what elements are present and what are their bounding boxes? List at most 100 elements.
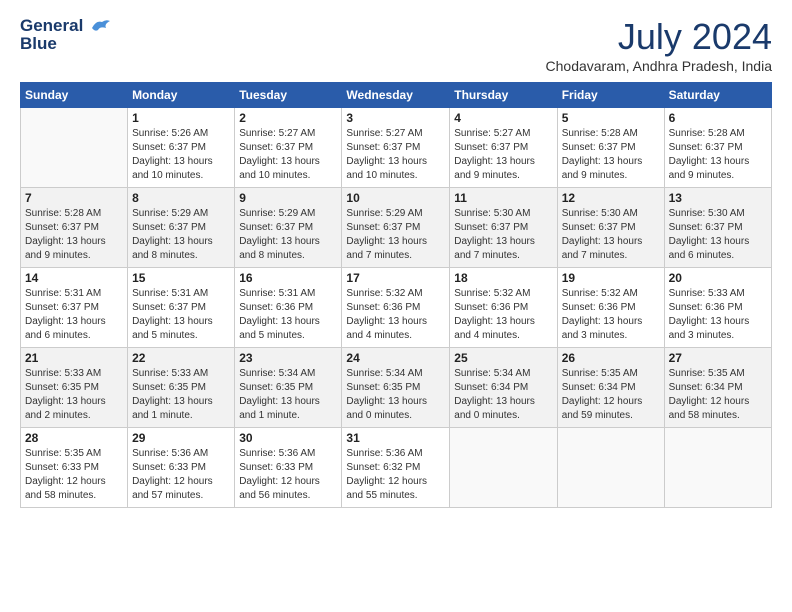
- calendar-week-row: 14Sunrise: 5:31 AM Sunset: 6:37 PM Dayli…: [21, 268, 772, 348]
- table-row: 17 Sunrise: 5:32 AM Sunset: 6:36 PM Dayli…: [342, 268, 450, 348]
- day-info: Sunrise: 5:35 AM Sunset: 6:34 PM Dayligh…: [669, 367, 767, 423]
- day-number: 6: [669, 111, 767, 125]
- location-subtitle: Chodavaram, Andhra Pradesh, India: [546, 58, 772, 74]
- table-row: 11 Sunrise: 5:30 AM Sunset: 6:37 PM Dayli…: [450, 188, 557, 268]
- day-number: 7: [25, 191, 123, 205]
- table-row: 3 Sunrise: 5:27 AM Sunset: 6:37 PM Daylig…: [342, 108, 450, 188]
- day-info: Sunrise: 5:28 AM Sunset: 6:37 PM Dayligh…: [562, 127, 660, 183]
- day-info: Sunrise: 5:28 AM Sunset: 6:37 PM Dayligh…: [25, 207, 123, 263]
- day-number: 25: [454, 351, 552, 365]
- table-row: 8 Sunrise: 5:29 AM Sunset: 6:37 PM Daylig…: [128, 188, 235, 268]
- day-info: Sunrise: 5:32 AM Sunset: 6:36 PM Dayligh…: [346, 287, 445, 343]
- table-row: 27 Sunrise: 5:35 AM Sunset: 6:34 PM Dayli…: [664, 348, 771, 428]
- day-info: Sunrise: 5:33 AM Sunset: 6:35 PM Dayligh…: [132, 367, 230, 423]
- col-thursday: Thursday: [450, 83, 557, 108]
- table-row: 30 Sunrise: 5:36 AM Sunset: 6:33 PM Dayli…: [235, 428, 342, 508]
- day-info: Sunrise: 5:27 AM Sunset: 6:37 PM Dayligh…: [239, 127, 337, 183]
- page-container: General Blue July 2024 Chodavaram, Andhr…: [0, 0, 792, 520]
- day-number: 8: [132, 191, 230, 205]
- calendar-header-row: Sunday Monday Tuesday Wednesday Thursday…: [21, 83, 772, 108]
- day-number: 1: [132, 111, 230, 125]
- day-info: Sunrise: 5:36 AM Sunset: 6:33 PM Dayligh…: [132, 447, 230, 503]
- day-number: 19: [562, 271, 660, 285]
- table-row: 31Sunrise: 5:36 AM Sunset: 6:32 PM Dayli…: [342, 428, 450, 508]
- day-number: 17: [346, 271, 445, 285]
- day-number: 4: [454, 111, 552, 125]
- day-info: Sunrise: 5:27 AM Sunset: 6:37 PM Dayligh…: [346, 127, 445, 183]
- day-info: Sunrise: 5:33 AM Sunset: 6:36 PM Dayligh…: [669, 287, 767, 343]
- day-info: Sunrise: 5:33 AM Sunset: 6:35 PM Dayligh…: [25, 367, 123, 423]
- table-row: 19 Sunrise: 5:32 AM Sunset: 6:36 PM Dayli…: [557, 268, 664, 348]
- day-info: Sunrise: 5:29 AM Sunset: 6:37 PM Dayligh…: [239, 207, 337, 263]
- calendar-week-row: 7 Sunrise: 5:28 AM Sunset: 6:37 PM Daylig…: [21, 188, 772, 268]
- table-row: 23 Sunrise: 5:34 AM Sunset: 6:35 PM Dayli…: [235, 348, 342, 428]
- day-number: 23: [239, 351, 337, 365]
- calendar-week-row: 1 Sunrise: 5:26 AM Sunset: 6:37 PM Daylig…: [21, 108, 772, 188]
- day-info: Sunrise: 5:26 AM Sunset: 6:37 PM Dayligh…: [132, 127, 230, 183]
- day-info: Sunrise: 5:32 AM Sunset: 6:36 PM Dayligh…: [454, 287, 552, 343]
- day-info: Sunrise: 5:36 AM Sunset: 6:33 PM Dayligh…: [239, 447, 337, 503]
- day-info: Sunrise: 5:29 AM Sunset: 6:37 PM Dayligh…: [346, 207, 445, 263]
- col-wednesday: Wednesday: [342, 83, 450, 108]
- table-row: 2 Sunrise: 5:27 AM Sunset: 6:37 PM Daylig…: [235, 108, 342, 188]
- title-section: July 2024 Chodavaram, Andhra Pradesh, In…: [546, 16, 772, 74]
- table-row: 6 Sunrise: 5:28 AM Sunset: 6:37 PM Daylig…: [664, 108, 771, 188]
- table-row: 28Sunrise: 5:35 AM Sunset: 6:33 PM Dayli…: [21, 428, 128, 508]
- col-saturday: Saturday: [664, 83, 771, 108]
- day-info: Sunrise: 5:29 AM Sunset: 6:37 PM Dayligh…: [132, 207, 230, 263]
- month-year-title: July 2024: [546, 16, 772, 58]
- day-number: 5: [562, 111, 660, 125]
- day-info: Sunrise: 5:30 AM Sunset: 6:37 PM Dayligh…: [669, 207, 767, 263]
- table-row: 1 Sunrise: 5:26 AM Sunset: 6:37 PM Daylig…: [128, 108, 235, 188]
- table-row: 10Sunrise: 5:29 AM Sunset: 6:37 PM Dayli…: [342, 188, 450, 268]
- table-row: 29 Sunrise: 5:36 AM Sunset: 6:33 PM Dayli…: [128, 428, 235, 508]
- table-row: [21, 108, 128, 188]
- day-number: 18: [454, 271, 552, 285]
- day-number: 11: [454, 191, 552, 205]
- day-info: Sunrise: 5:28 AM Sunset: 6:37 PM Dayligh…: [669, 127, 767, 183]
- table-row: 7 Sunrise: 5:28 AM Sunset: 6:37 PM Daylig…: [21, 188, 128, 268]
- day-number: 29: [132, 431, 230, 445]
- day-info: Sunrise: 5:30 AM Sunset: 6:37 PM Dayligh…: [454, 207, 552, 263]
- day-info: Sunrise: 5:31 AM Sunset: 6:37 PM Dayligh…: [132, 287, 230, 343]
- day-info: Sunrise: 5:35 AM Sunset: 6:33 PM Dayligh…: [25, 447, 123, 503]
- day-number: 21: [25, 351, 123, 365]
- day-number: 3: [346, 111, 445, 125]
- day-info: Sunrise: 5:31 AM Sunset: 6:36 PM Dayligh…: [239, 287, 337, 343]
- table-row: 21 Sunrise: 5:33 AM Sunset: 6:35 PM Dayli…: [21, 348, 128, 428]
- day-number: 2: [239, 111, 337, 125]
- day-number: 15: [132, 271, 230, 285]
- page-header: General Blue July 2024 Chodavaram, Andhr…: [20, 16, 772, 74]
- day-number: 12: [562, 191, 660, 205]
- calendar-week-row: 21 Sunrise: 5:33 AM Sunset: 6:35 PM Dayli…: [21, 348, 772, 428]
- day-info: Sunrise: 5:32 AM Sunset: 6:36 PM Dayligh…: [562, 287, 660, 343]
- day-info: Sunrise: 5:34 AM Sunset: 6:35 PM Dayligh…: [239, 367, 337, 423]
- day-number: 22: [132, 351, 230, 365]
- table-row: 20Sunrise: 5:33 AM Sunset: 6:36 PM Dayli…: [664, 268, 771, 348]
- logo-blue-text: Blue: [20, 34, 112, 54]
- table-row: 24Sunrise: 5:34 AM Sunset: 6:35 PM Dayli…: [342, 348, 450, 428]
- logo-bird-icon: [90, 18, 112, 34]
- calendar-table: Sunday Monday Tuesday Wednesday Thursday…: [20, 82, 772, 508]
- day-number: 16: [239, 271, 337, 285]
- day-number: 30: [239, 431, 337, 445]
- table-row: 4Sunrise: 5:27 AM Sunset: 6:37 PM Daylig…: [450, 108, 557, 188]
- logo: General Blue: [20, 16, 112, 54]
- table-row: 12Sunrise: 5:30 AM Sunset: 6:37 PM Dayli…: [557, 188, 664, 268]
- calendar-week-row: 28Sunrise: 5:35 AM Sunset: 6:33 PM Dayli…: [21, 428, 772, 508]
- table-row: [450, 428, 557, 508]
- table-row: 18 Sunrise: 5:32 AM Sunset: 6:36 PM Dayli…: [450, 268, 557, 348]
- table-row: 25Sunrise: 5:34 AM Sunset: 6:34 PM Dayli…: [450, 348, 557, 428]
- table-row: 26Sunrise: 5:35 AM Sunset: 6:34 PM Dayli…: [557, 348, 664, 428]
- day-number: 24: [346, 351, 445, 365]
- table-row: 13Sunrise: 5:30 AM Sunset: 6:37 PM Dayli…: [664, 188, 771, 268]
- col-monday: Monday: [128, 83, 235, 108]
- day-number: 27: [669, 351, 767, 365]
- logo-text: General: [20, 16, 112, 36]
- day-info: Sunrise: 5:36 AM Sunset: 6:32 PM Dayligh…: [346, 447, 445, 503]
- table-row: 9Sunrise: 5:29 AM Sunset: 6:37 PM Daylig…: [235, 188, 342, 268]
- table-row: 22 Sunrise: 5:33 AM Sunset: 6:35 PM Dayli…: [128, 348, 235, 428]
- table-row: [557, 428, 664, 508]
- table-row: 14Sunrise: 5:31 AM Sunset: 6:37 PM Dayli…: [21, 268, 128, 348]
- table-row: 5 Sunrise: 5:28 AM Sunset: 6:37 PM Daylig…: [557, 108, 664, 188]
